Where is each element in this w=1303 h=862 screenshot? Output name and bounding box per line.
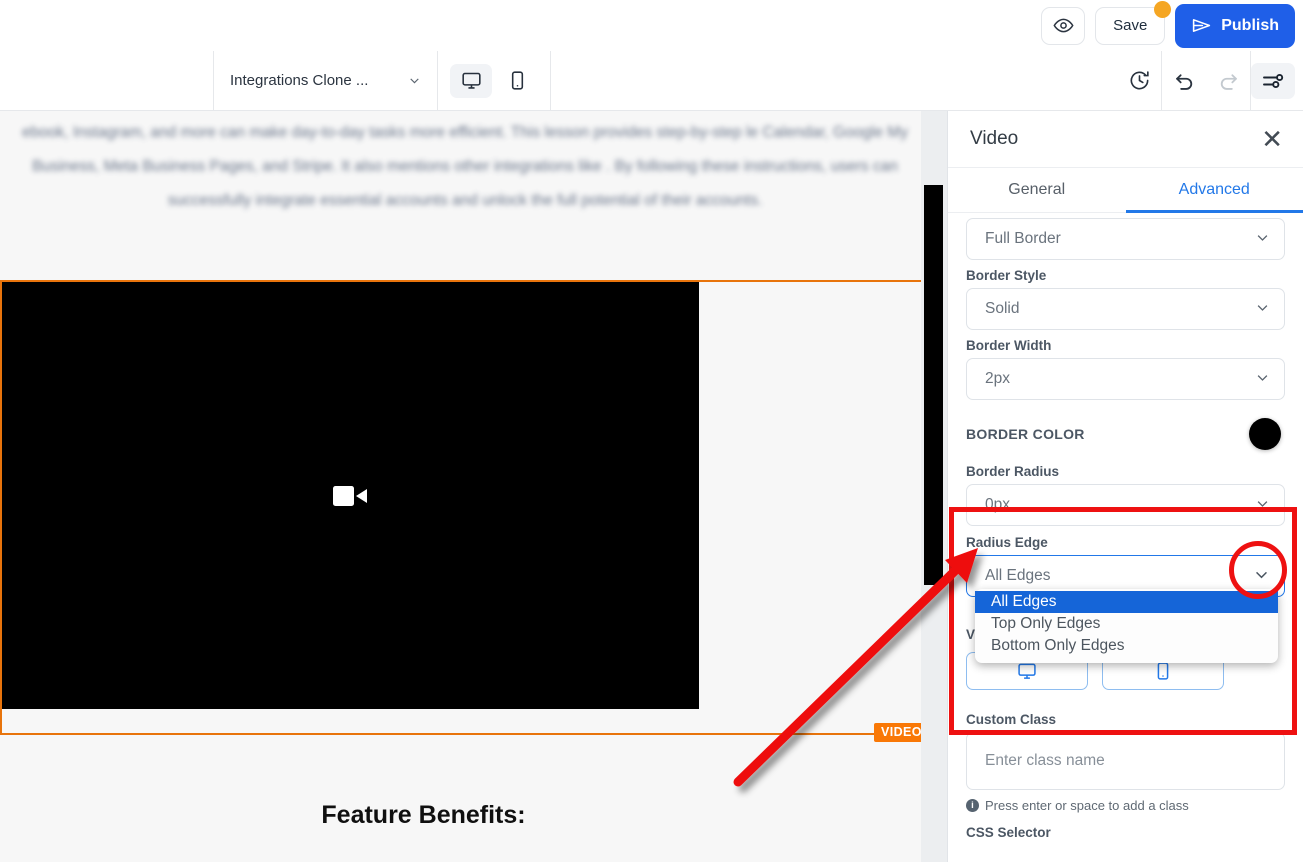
option-label: Top Only Edges [991, 615, 1101, 632]
border-style-value: Solid [985, 300, 1020, 317]
device-toggle-group [438, 63, 550, 98]
border-style-label: Border Style [966, 268, 1047, 283]
builder-app: Save Publish Integrations Clone ... eboo… [0, 0, 1303, 862]
css-selector-label: CSS Selector [966, 825, 1051, 840]
panel-title: Video [970, 128, 1019, 149]
mobile-icon [511, 71, 524, 90]
panel-tabs: General Advanced [948, 168, 1303, 213]
page-canvas: ebook, Instagram, and more can make day-… [0, 111, 947, 862]
tab-general-label: General [1008, 181, 1066, 198]
border-width-select[interactable]: 2px [966, 358, 1285, 400]
page-name-label: Integrations Clone ... [230, 72, 369, 89]
tab-advanced[interactable]: Advanced [1125, 168, 1303, 213]
panel-body: Full Border Border Style Solid Border Wi… [948, 214, 1303, 862]
revision-history-button[interactable] [1117, 63, 1161, 99]
close-icon[interactable]: ✕ [1261, 126, 1283, 152]
canvas-scrollbar-thumb[interactable] [924, 185, 943, 585]
option-label: Bottom Only Edges [991, 637, 1125, 654]
radius-edge-value: All Edges [985, 567, 1051, 584]
sliders-icon [1263, 73, 1284, 88]
border-color-row: BORDER COLOR [966, 418, 1285, 450]
mobile-icon [1157, 662, 1169, 680]
border-color-swatch[interactable] [1249, 418, 1281, 450]
custom-class-label: Custom Class [966, 712, 1057, 727]
border-type-select[interactable]: Full Border [966, 218, 1285, 260]
chevron-down-icon [410, 78, 420, 84]
preferences-button[interactable] [1251, 62, 1295, 99]
history-controls-group [1117, 51, 1295, 110]
border-radius-value: 0px [985, 496, 1010, 513]
custom-class-placeholder: Enter class name [985, 752, 1105, 769]
option-label: All Edges [991, 593, 1057, 610]
tab-advanced-label: Advanced [1178, 181, 1250, 198]
preview-button[interactable] [1041, 6, 1086, 45]
border-width-value: 2px [985, 370, 1010, 387]
send-icon [1193, 19, 1211, 32]
chevron-down-icon [1255, 230, 1270, 248]
page-selector-group: Integrations Clone ... [213, 51, 552, 110]
settings-panel: Video ✕ General Advanced Full Border Bor… [947, 111, 1303, 862]
dropdown-option-top-only-edges[interactable]: Top Only Edges [975, 613, 1278, 635]
desktop-icon [1018, 663, 1036, 679]
top-toolbar: Save Publish [0, 0, 1303, 51]
chevron-down-icon [1255, 496, 1270, 514]
custom-class-input[interactable]: Enter class name [966, 732, 1285, 790]
redo-arrow-icon [1220, 74, 1237, 90]
custom-class-hint: i Press enter or space to add a class [966, 798, 1285, 813]
undo-button[interactable] [1162, 63, 1206, 99]
info-icon: i [966, 799, 979, 812]
feature-benefits-heading: Feature Benefits: [321, 801, 526, 829]
settings-panel-header: Video ✕ [948, 111, 1303, 168]
editor-toolbar: Integrations Clone ... [0, 51, 1303, 111]
border-radius-select[interactable]: 0px [966, 484, 1285, 526]
dropdown-option-all-edges[interactable]: All Edges [975, 591, 1278, 613]
eye-icon [1053, 18, 1074, 33]
undo-arrow-icon [1175, 74, 1192, 90]
chevron-down-icon [1255, 300, 1270, 318]
save-button-wrapper: Save [1095, 0, 1172, 45]
video-block-selection[interactable] [0, 280, 923, 735]
desktop-icon [462, 72, 481, 89]
video-camera-icon [332, 485, 367, 506]
dropdown-option-bottom-only-edges[interactable]: Bottom Only Edges [975, 635, 1278, 657]
unsaved-changes-badge [1154, 0, 1172, 18]
border-type-value: Full Border [985, 230, 1061, 247]
custom-class-hint-text: Press enter or space to add a class [985, 798, 1189, 813]
intro-paragraph-blurred: ebook, Instagram, and more can make day-… [22, 124, 908, 209]
border-style-select[interactable]: Solid [966, 288, 1285, 330]
device-mobile-button[interactable] [496, 64, 538, 98]
radius-edge-dropdown-menu: All Edges Top Only Edges Bottom Only Edg… [975, 589, 1278, 663]
divider [550, 51, 552, 110]
publish-label: Publish [1221, 16, 1279, 34]
history-clock-icon [1130, 71, 1149, 90]
chevron-down-icon [1253, 566, 1270, 586]
radius-edge-label: Radius Edge [966, 535, 1048, 550]
border-width-label: Border Width [966, 338, 1052, 353]
border-color-label: BORDER COLOR [966, 426, 1085, 442]
page-selector[interactable]: Integrations Clone ... [214, 51, 437, 110]
border-radius-label: Border Radius [966, 464, 1060, 479]
chevron-down-icon [1255, 370, 1270, 388]
device-desktop-button[interactable] [450, 63, 493, 98]
video-player-placeholder[interactable] [2, 282, 699, 709]
redo-button[interactable] [1206, 63, 1250, 99]
tab-general[interactable]: General [948, 168, 1126, 212]
publish-button[interactable]: Publish [1175, 3, 1295, 48]
